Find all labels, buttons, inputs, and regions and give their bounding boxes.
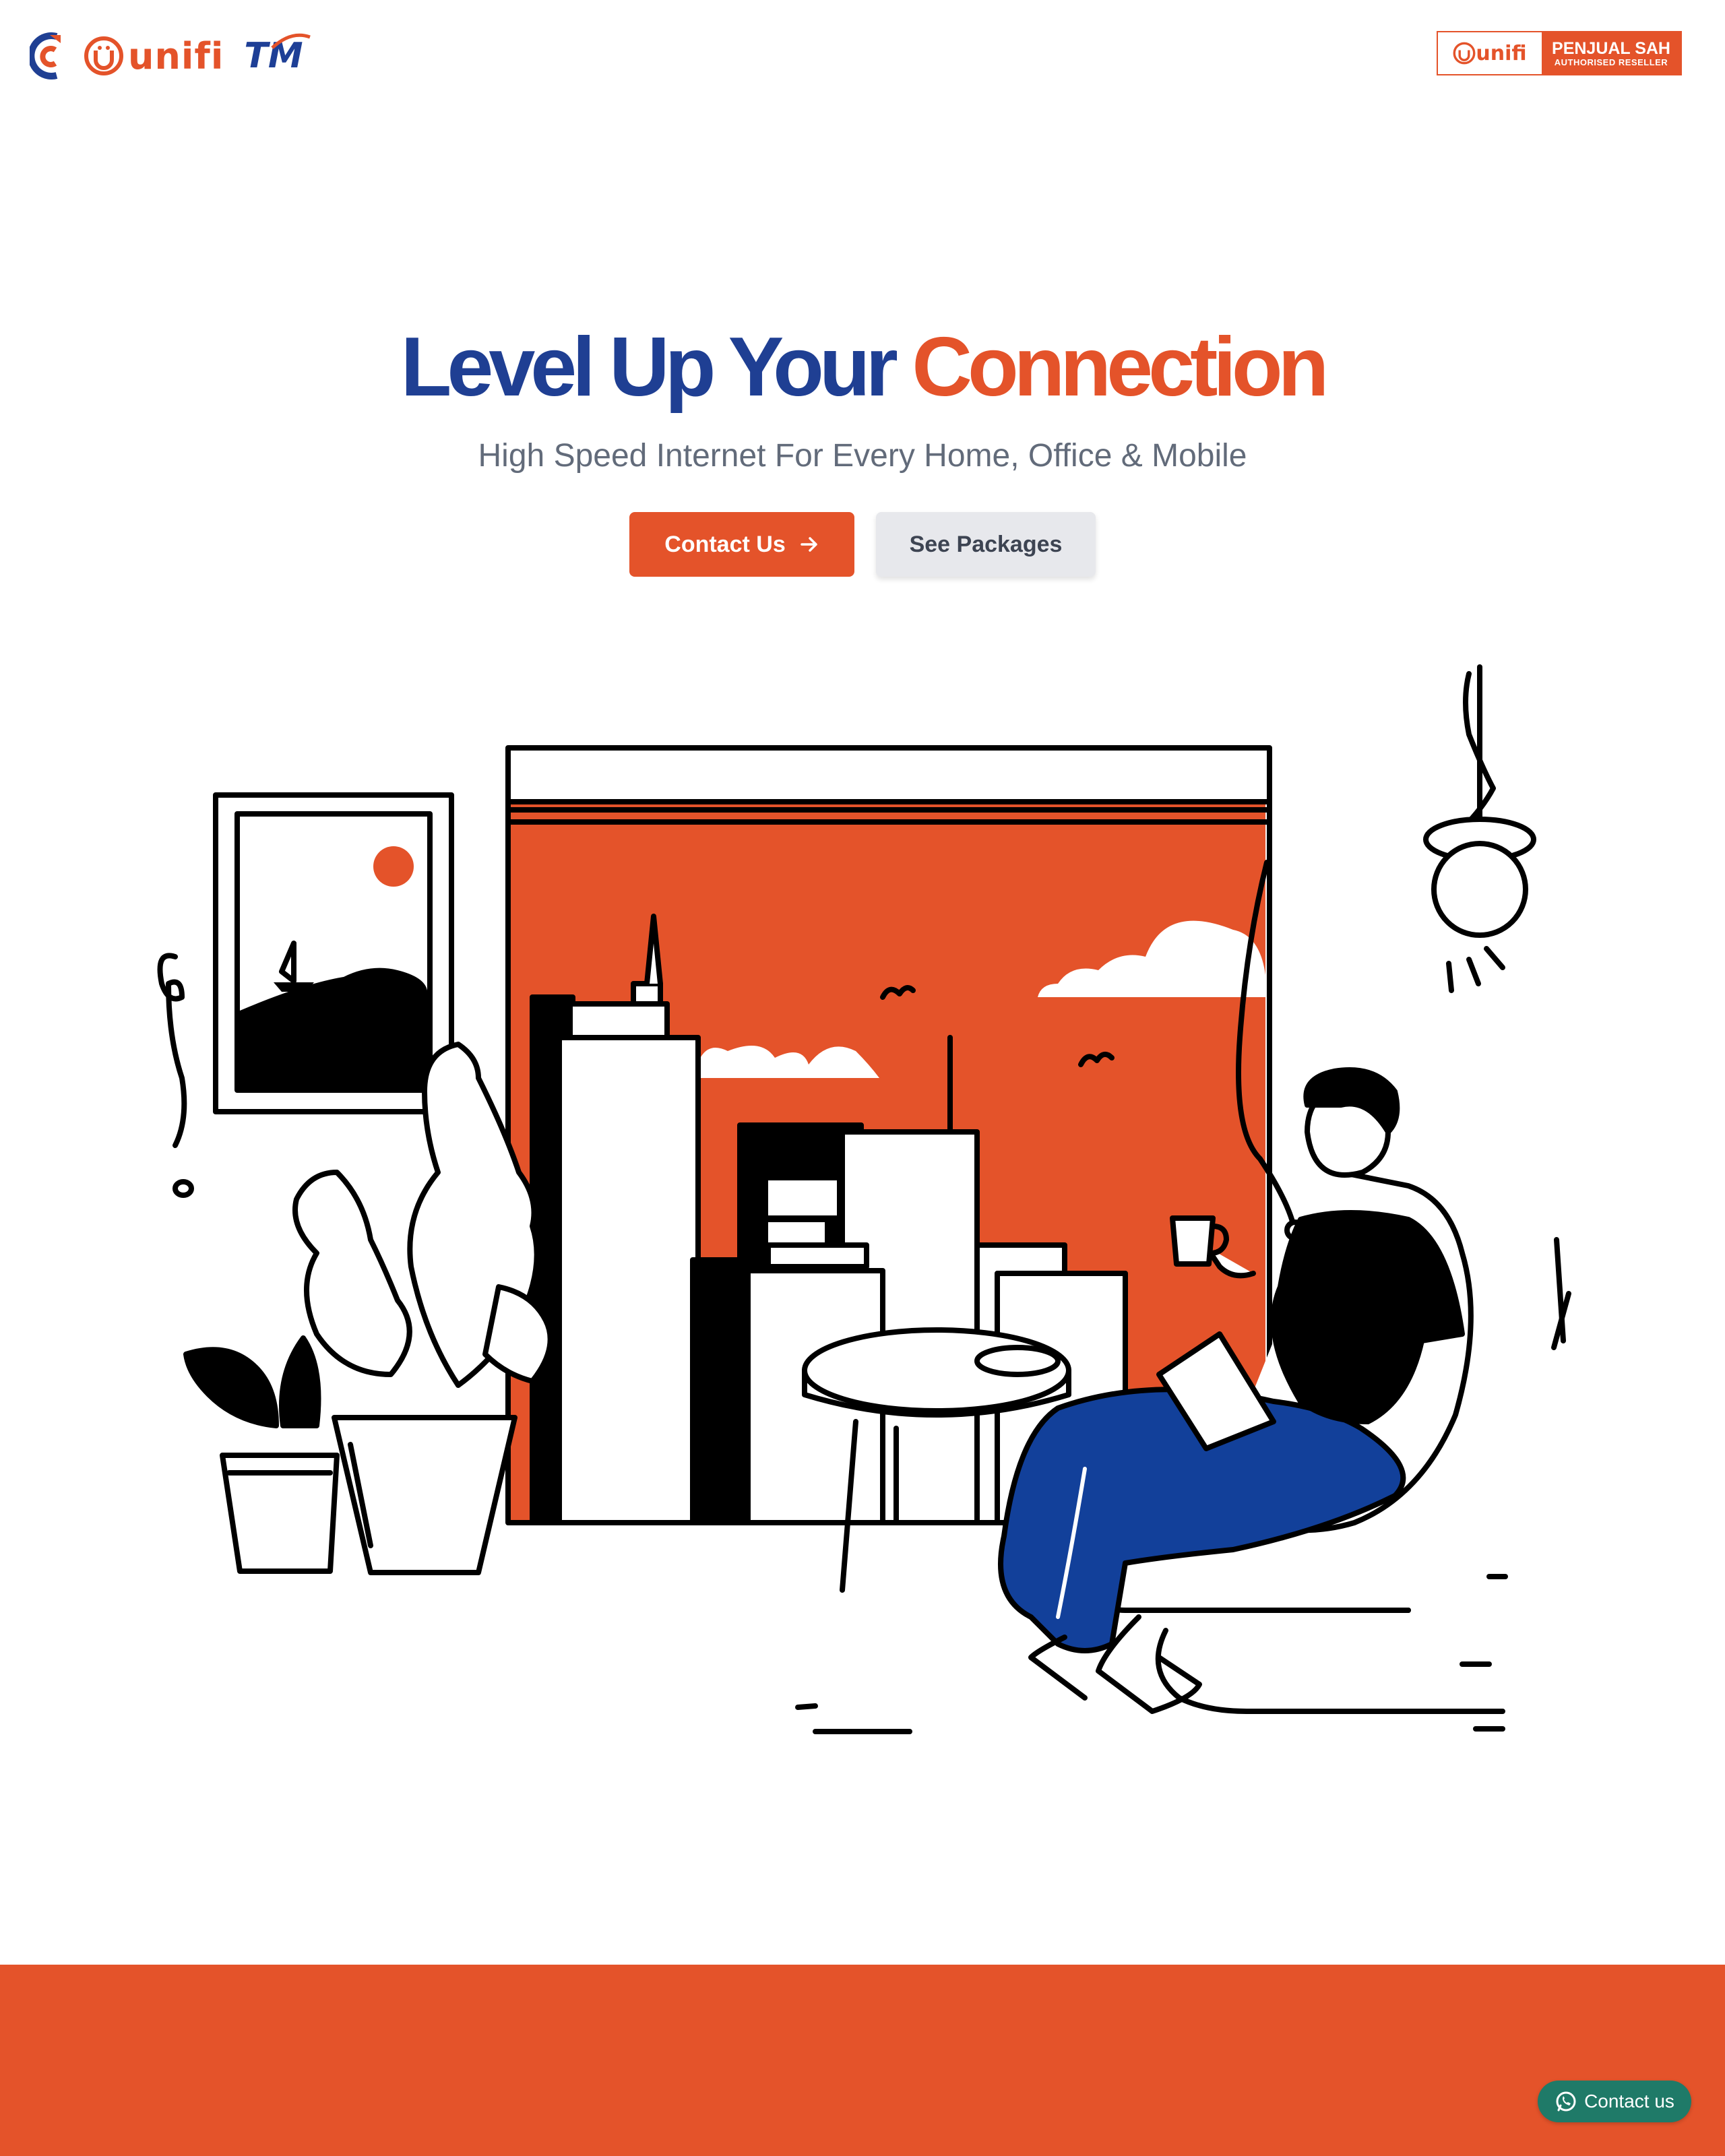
whatsapp-icon — [1556, 2091, 1576, 2112]
potted-plants — [183, 1042, 553, 1575]
contact-us-button[interactable]: Contact Us — [629, 512, 854, 577]
company-logo-icon[interactable] — [30, 32, 66, 80]
see-packages-label: See Packages — [909, 531, 1063, 557]
hero-title: Level Up Your Connection — [0, 317, 1725, 418]
badge-line-1: PENJUAL SAH — [1552, 38, 1670, 58]
contact-us-label: Contact Us — [664, 531, 786, 557]
unifi-logo-text: unifi — [128, 34, 224, 77]
site-header: unifi TM unifi PENJUAL SAH AUTHORISED RE… — [0, 0, 1725, 108]
arrow-right-icon — [800, 537, 817, 552]
partner-logos: unifi TM — [30, 30, 311, 82]
pendant-lamp — [1423, 664, 1536, 993]
whatsapp-label: Contact us — [1584, 2091, 1674, 2112]
unifi-logo[interactable]: unifi — [84, 35, 224, 77]
badge-line-2: AUTHORISED RESELLER — [1554, 57, 1668, 67]
unifi-mark-icon — [84, 36, 123, 75]
tm-swoosh-icon — [271, 33, 311, 49]
badge-unifi-logo: unifi — [1438, 32, 1542, 74]
hero-title-part-2: Connection — [912, 321, 1329, 414]
badge-logo-text: unifi — [1476, 41, 1527, 65]
badge-label: PENJUAL SAH AUTHORISED RESELLER — [1542, 32, 1681, 74]
authorised-reseller-badge: unifi PENJUAL SAH AUTHORISED RESELLER — [1437, 31, 1682, 75]
whatsapp-contact-button[interactable]: Contact us — [1538, 2081, 1691, 2122]
orange-section-band — [0, 1965, 1725, 2156]
tm-logo[interactable]: TM — [244, 33, 311, 76]
hero-title-part-1: Level Up Your — [400, 321, 898, 414]
wall-picture-frame — [213, 792, 454, 1114]
hero-subtitle: High Speed Internet For Every Home, Offi… — [478, 438, 1247, 474]
see-packages-button[interactable]: See Packages — [876, 512, 1096, 577]
unifi-mark-icon — [1453, 42, 1476, 65]
hero-illustration — [157, 664, 1571, 1734]
